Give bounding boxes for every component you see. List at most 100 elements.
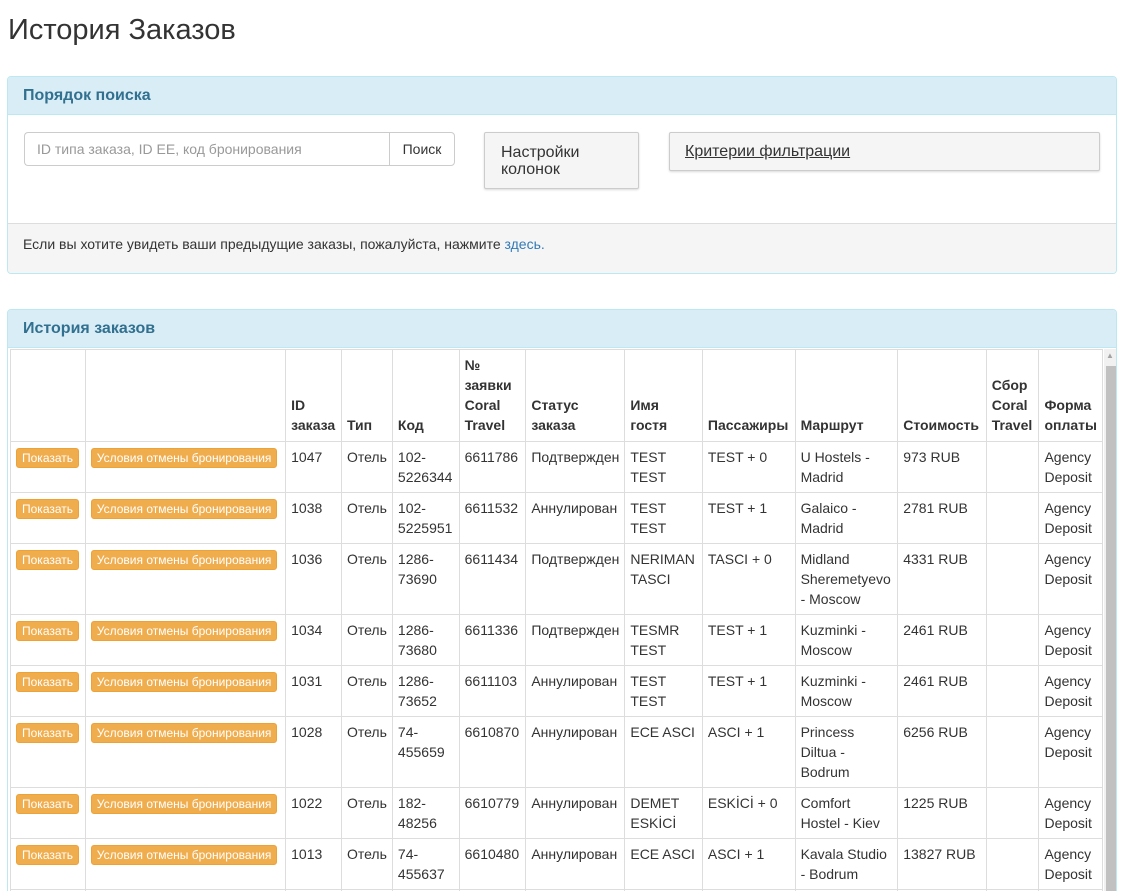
table-scrollbar[interactable]: ▲	[1104, 349, 1116, 891]
order-table-wrapper: ID заказа Тип Код № заявки Coral Travel Стат…	[10, 349, 1103, 891]
cell-payment: Agency Deposit	[1038, 665, 1103, 717]
previous-orders-link[interactable]: здесь.	[505, 236, 545, 252]
show-button[interactable]: Показать	[16, 499, 80, 519]
cell-price: 2781 RUB	[897, 492, 987, 544]
order-history-panel: История заказов ID заказа Тип Код № заявки …	[7, 309, 1117, 891]
cell-fee	[985, 787, 1040, 839]
show-button[interactable]: Показать	[16, 550, 80, 570]
cell-guest: ECE ASCI	[624, 838, 703, 890]
show-cell: Показать	[10, 787, 86, 839]
show-button[interactable]: Показать	[16, 448, 80, 468]
table-row: Показать Условия отмены бронирования 1034 О…	[10, 614, 1103, 666]
column-header: Сбор Coral Travel	[985, 349, 1040, 442]
cancel-conditions-cell: Условия отмены бронирования	[84, 543, 287, 615]
cell-route: Kuzminki - Moscow	[794, 614, 899, 666]
cell-type: Отель	[340, 614, 393, 666]
cell-fee	[985, 716, 1040, 788]
page-title: История Заказов	[8, 14, 236, 46]
cancellation-terms-button[interactable]: Условия отмены бронирования	[90, 672, 278, 692]
cell-price: 1225 RUB	[897, 787, 987, 839]
scrollbar-thumb[interactable]	[1106, 366, 1116, 891]
cell-status: Подтвержден	[525, 543, 626, 615]
cell-coral: 6611103	[458, 665, 527, 717]
cell-code: 182-48256	[391, 787, 460, 839]
cell-route: Midland Sheremetyevo - Moscow	[794, 543, 899, 615]
search-panel-heading: Порядок поиска	[8, 77, 1116, 115]
cell-id: 1031	[285, 665, 342, 717]
cancel-conditions-cell: Условия отмены бронирования	[84, 492, 287, 544]
table-header-row: ID заказа Тип Код № заявки Coral Travel Стат…	[10, 349, 1103, 442]
cell-id: 1028	[285, 716, 342, 788]
show-cell: Показать	[10, 716, 86, 788]
cancel-conditions-cell: Условия отмены бронирования	[84, 716, 287, 788]
cell-status: Подтвержден	[525, 614, 626, 666]
show-button[interactable]: Показать	[16, 845, 80, 865]
cell-type: Отель	[340, 492, 393, 544]
cell-type: Отель	[340, 838, 393, 890]
cancel-conditions-cell: Условия отмены бронирования	[84, 838, 287, 890]
cell-status: Аннулирован	[525, 787, 626, 839]
table-row: Показать Условия отмены бронирования 1022 О…	[10, 787, 1103, 839]
cell-status: Подтвержден	[525, 441, 626, 493]
cell-fee	[985, 441, 1040, 493]
cell-id: 1038	[285, 492, 342, 544]
column-settings-button[interactable]: Настройки колонок	[484, 132, 639, 189]
table-row: Показать Условия отмены бронирования 1036 О…	[10, 543, 1103, 615]
cancellation-terms-button[interactable]: Условия отмены бронирования	[90, 794, 278, 814]
search-button[interactable]: Поиск	[389, 132, 455, 166]
cell-code: 1286-73652	[391, 665, 460, 717]
cell-guest: TESMR TEST	[624, 614, 703, 666]
column-header: Тип	[340, 349, 393, 442]
scroll-up-arrow-icon[interactable]: ▲	[1104, 349, 1116, 363]
cell-guest: TEST TEST	[624, 665, 703, 717]
cell-payment: Agency Deposit	[1038, 838, 1103, 890]
cancellation-terms-button[interactable]: Условия отмены бронирования	[90, 845, 278, 865]
show-button[interactable]: Показать	[16, 672, 80, 692]
cell-type: Отель	[340, 441, 393, 493]
show-cell: Показать	[10, 838, 86, 890]
cell-guest: ECE ASCI	[624, 716, 703, 788]
search-input[interactable]	[24, 132, 390, 166]
show-button[interactable]: Показать	[16, 723, 80, 743]
cell-type: Отель	[340, 665, 393, 717]
cell-type: Отель	[340, 716, 393, 788]
cell-status: Аннулирован	[525, 716, 626, 788]
show-cell: Показать	[10, 665, 86, 717]
cell-id: 1013	[285, 838, 342, 890]
cell-guest: TEST TEST	[624, 492, 703, 544]
table-row: Показать Условия отмены бронирования 1047 О…	[10, 441, 1103, 493]
cell-guest: NERIMAN TASCI	[624, 543, 703, 615]
cell-pax: TASCI + 0	[701, 543, 796, 615]
cell-id: 1036	[285, 543, 342, 615]
cell-pax: ASCI + 1	[701, 838, 796, 890]
cancellation-terms-button[interactable]: Условия отмены бронирования	[90, 550, 278, 570]
show-button[interactable]: Показать	[16, 794, 80, 814]
show-button[interactable]: Показать	[16, 621, 80, 641]
search-body: Поиск Настройки колонок Критерии фильтра…	[8, 115, 1116, 223]
cell-coral: 6610480	[458, 838, 527, 890]
cell-code: 74-455659	[391, 716, 460, 788]
cell-payment: Agency Deposit	[1038, 441, 1103, 493]
show-cell: Показать	[10, 543, 86, 615]
column-header: Код	[391, 349, 460, 442]
filter-criteria-button[interactable]: Критерии фильтрации	[669, 132, 1100, 171]
column-header: Статус заказа	[525, 349, 626, 442]
table-row: Показать Условия отмены бронирования 1013 О…	[10, 838, 1103, 890]
show-cell: Показать	[10, 441, 86, 493]
cancellation-terms-button[interactable]: Условия отмены бронирования	[90, 621, 278, 641]
cell-fee	[985, 665, 1040, 717]
table-row: Показать Условия отмены бронирования 1028 О…	[10, 716, 1103, 788]
order-table: ID заказа Тип Код № заявки Coral Travel Стат…	[10, 349, 1103, 891]
cell-price: 4331 RUB	[897, 543, 987, 615]
cell-coral: 6610779	[458, 787, 527, 839]
column-header: Пассажиры	[701, 349, 796, 442]
cell-pax: TEST + 1	[701, 614, 796, 666]
cancellation-terms-button[interactable]: Условия отмены бронирования	[90, 723, 278, 743]
cancellation-terms-button[interactable]: Условия отмены бронирования	[90, 448, 278, 468]
cell-coral: 6611786	[458, 441, 527, 493]
cell-payment: Agency Deposit	[1038, 492, 1103, 544]
cancellation-terms-button[interactable]: Условия отмены бронирования	[90, 499, 278, 519]
cell-fee	[985, 614, 1040, 666]
cell-status: Аннулирован	[525, 665, 626, 717]
cell-pax: TEST + 1	[701, 665, 796, 717]
